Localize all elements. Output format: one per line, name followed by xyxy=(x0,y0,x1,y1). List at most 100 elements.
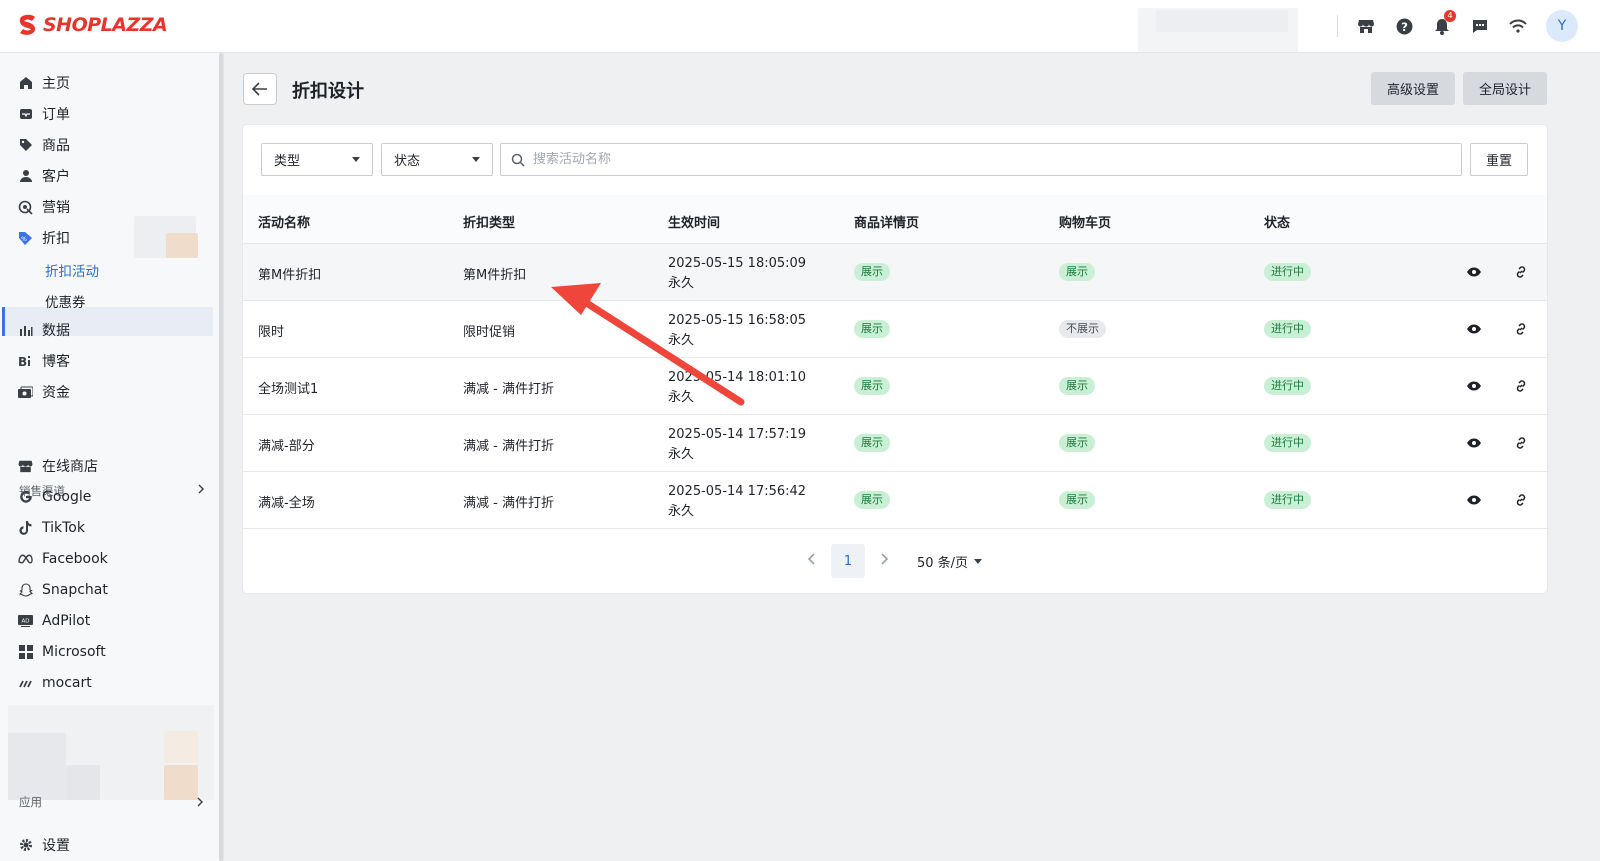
eye-icon[interactable] xyxy=(1465,491,1483,509)
sidebar-item-online-store[interactable]: 在线商店 xyxy=(18,455,98,477)
start-time: 2025-05-14 17:56:42 xyxy=(668,484,807,499)
eye-icon[interactable] xyxy=(1465,263,1483,281)
table-row[interactable]: 第M件折扣 第M件折扣 2025-05-15 18:05:09 永久 展示 展示 … xyxy=(243,244,1547,301)
eye-icon[interactable] xyxy=(1465,320,1483,338)
sidebar-item-home[interactable]: 主页 xyxy=(18,72,70,94)
sidebar-item-label: 设置 xyxy=(42,838,70,854)
cart-page-badge: 不展示 xyxy=(1059,320,1106,338)
sidebar-item-marketing[interactable]: 营销 xyxy=(18,196,70,218)
chat-icon[interactable] xyxy=(1470,16,1490,36)
back-button[interactable] xyxy=(243,73,277,105)
start-time: 2025-05-15 18:05:09 xyxy=(668,256,807,271)
cell-type: 满减 - 满件打折 xyxy=(463,439,554,454)
wifi-icon[interactable] xyxy=(1508,16,1528,36)
sidebar-item-customers[interactable]: 客户 xyxy=(18,165,70,187)
redacted-block xyxy=(166,233,198,258)
sidebar-item-products[interactable]: 商品 xyxy=(18,134,70,156)
sidebar-subitem-discount-campaigns[interactable]: 折扣活动 xyxy=(45,260,99,280)
store-icon[interactable] xyxy=(1356,16,1376,36)
advanced-settings-button[interactable]: 高级设置 xyxy=(1371,72,1455,105)
sidebar-item-orders[interactable]: 订单 xyxy=(18,103,70,125)
chevron-right-icon xyxy=(197,483,205,499)
shoplazza-logo[interactable]: SHOPLAZZA xyxy=(18,13,168,37)
svg-text:%: % xyxy=(21,236,27,243)
sidebar-item-blog[interactable]: B 博客 xyxy=(18,350,70,372)
sidebar-item-analytics[interactable]: 数据 xyxy=(18,319,70,341)
sidebar-item-adpilot[interactable]: AD AdPilot xyxy=(18,610,90,632)
sidebar-item-label: 商品 xyxy=(42,138,70,154)
page-title: 折扣设计 xyxy=(292,81,364,102)
apps-label[interactable]: 应用 xyxy=(19,794,42,810)
table-row[interactable]: 满减-全场 满减 - 满件打折 2025-05-14 17:56:42 永久 展示… xyxy=(243,472,1547,529)
adpilot-icon: AD xyxy=(18,614,33,629)
global-design-button[interactable]: 全局设计 xyxy=(1463,72,1547,105)
sidebar-item-label: 数据 xyxy=(42,323,70,339)
redacted-block xyxy=(66,765,100,800)
column-header-time: 生效时间 xyxy=(668,216,721,231)
eye-icon[interactable] xyxy=(1465,377,1483,395)
status-filter-select[interactable]: 状态 xyxy=(381,143,493,176)
prev-page-icon[interactable] xyxy=(805,552,819,566)
next-page-icon[interactable] xyxy=(877,552,891,566)
product-page-badge: 展示 xyxy=(854,434,890,452)
mocart-icon xyxy=(18,676,33,691)
reset-button[interactable]: 重置 xyxy=(1470,143,1528,176)
status-filter-label: 状态 xyxy=(394,154,421,169)
main-content: 折扣设计 高级设置 全局设计 类型 状态 重置 活动名称 折扣类型 生效时间 商… xyxy=(224,53,1600,861)
gear-icon xyxy=(18,838,33,853)
search-field[interactable] xyxy=(500,143,1462,176)
link-icon[interactable] xyxy=(1512,491,1530,509)
cell-time: 2025-05-15 16:58:05 永久 xyxy=(668,311,806,351)
link-icon[interactable] xyxy=(1512,263,1530,281)
link-icon[interactable] xyxy=(1512,320,1530,338)
sidebar-item-label: 主页 xyxy=(42,76,70,92)
discount-icon: % xyxy=(18,231,33,246)
sidebar-item-discount[interactable]: % 折扣 xyxy=(18,227,70,249)
sidebar-item-finance[interactable]: 资金 xyxy=(18,381,70,403)
status-badge: 进行中 xyxy=(1264,377,1311,395)
type-filter-label: 类型 xyxy=(274,154,301,169)
link-icon[interactable] xyxy=(1512,434,1530,452)
sidebar-item-label: 在线商店 xyxy=(42,459,98,475)
search-input[interactable] xyxy=(533,152,1433,167)
link-icon[interactable] xyxy=(1512,377,1530,395)
sidebar-item-settings[interactable]: 设置 xyxy=(18,834,70,856)
table-row[interactable]: 满减-部分 满减 - 满件打折 2025-05-14 17:57:19 永久 展示… xyxy=(243,415,1547,472)
cell-time: 2025-05-14 17:56:42 永久 xyxy=(668,482,806,522)
store-icon xyxy=(18,459,33,474)
avatar[interactable]: Y xyxy=(1546,10,1578,42)
table-row[interactable]: 限时 限时促销 2025-05-15 16:58:05 永久 展示 不展示 进行中 xyxy=(243,301,1547,358)
end-time: 永久 xyxy=(668,333,695,348)
sidebar-item-facebook[interactable]: Facebook xyxy=(18,548,108,570)
page-number-current[interactable]: 1 xyxy=(831,544,865,578)
sidebar-item-snapchat[interactable]: Snapchat xyxy=(18,579,108,601)
snapchat-icon xyxy=(18,583,33,598)
cell-name: 第M件折扣 xyxy=(258,268,322,283)
cell-time: 2025-05-14 17:57:19 永久 xyxy=(668,425,806,465)
sidebar-item-label: AdPilot xyxy=(42,613,91,629)
sidebar-item-label: Facebook xyxy=(42,551,108,567)
product-page-badge: 展示 xyxy=(854,320,890,338)
bell-icon[interactable]: 4 xyxy=(1432,10,1456,36)
sidebar-item-mocart[interactable]: mocart xyxy=(18,672,92,694)
column-header-type: 折扣类型 xyxy=(463,216,516,231)
help-icon[interactable]: ? xyxy=(1394,16,1414,36)
start-time: 2025-05-15 16:58:05 xyxy=(668,313,807,328)
arrow-left-icon xyxy=(252,82,267,96)
cell-type: 满减 - 满件打折 xyxy=(463,382,554,397)
type-filter-select[interactable]: 类型 xyxy=(261,143,373,176)
sidebar-item-tiktok[interactable]: TikTok xyxy=(18,517,85,539)
cell-name: 满减-部分 xyxy=(258,439,315,454)
cell-time: 2025-05-15 18:05:09 永久 xyxy=(668,254,806,294)
svg-text:AD: AD xyxy=(22,619,30,625)
table-row[interactable]: 全场测试1 满减 - 满件打折 2025-05-14 18:01:10 永久 展示… xyxy=(243,358,1547,415)
eye-icon[interactable] xyxy=(1465,434,1483,452)
sidebar-item-microsoft[interactable]: Microsoft xyxy=(18,641,106,663)
notification-badge: 4 xyxy=(1444,10,1456,22)
sidebar-subitem-coupons[interactable]: 优惠券 xyxy=(45,291,86,311)
sidebar-scrollbar[interactable] xyxy=(219,53,223,861)
cell-time: 2025-05-14 18:01:10 永久 xyxy=(668,368,806,408)
sidebar-item-google[interactable]: Google xyxy=(18,486,91,508)
wallet-icon xyxy=(18,385,33,400)
page-size-select[interactable]: 50 条/页 xyxy=(917,552,983,571)
